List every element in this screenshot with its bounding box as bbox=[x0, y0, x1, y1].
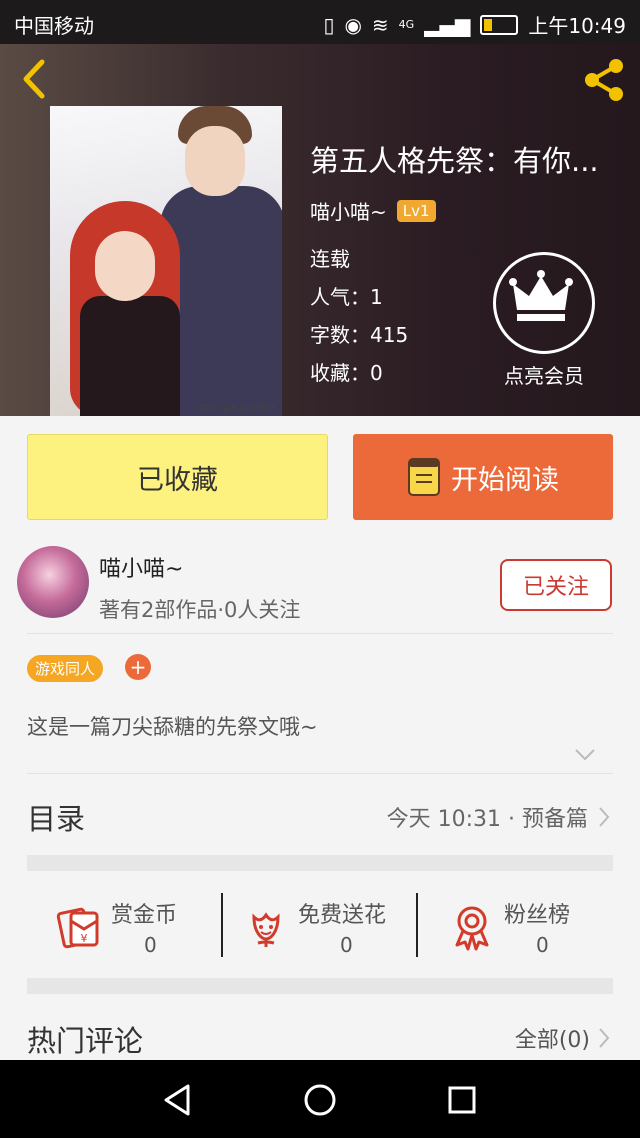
author-avatar[interactable] bbox=[17, 546, 89, 618]
system-nav-bar bbox=[0, 1060, 640, 1138]
crown-icon bbox=[493, 252, 595, 354]
send-flowers-label: 免费送花 bbox=[298, 903, 387, 928]
all-comments-link[interactable]: 全部(0) bbox=[515, 1022, 610, 1054]
author-name[interactable]: 喵小喵~ bbox=[310, 196, 387, 225]
add-tag-button[interactable]: + bbox=[125, 654, 151, 680]
level-badge: Lv1 bbox=[396, 199, 436, 222]
reward-coins-value: 0 bbox=[144, 933, 157, 957]
back-arrow-icon[interactable] bbox=[14, 54, 54, 104]
favorites-count: 收藏：0 bbox=[310, 361, 383, 385]
serial-status: 连载 bbox=[310, 247, 350, 271]
section-band bbox=[27, 855, 613, 871]
battery-icon bbox=[480, 14, 519, 35]
eye-icon: ◉ bbox=[344, 12, 362, 37]
toc-title[interactable]: 目录 bbox=[27, 796, 85, 838]
send-flowers-button[interactable]: 免费送花 0 bbox=[242, 895, 412, 965]
recent-apps-square-icon[interactable] bbox=[442, 1080, 482, 1120]
signal-icon: ▂▄▆ bbox=[424, 12, 471, 37]
fan-ranking-label: 粉丝榜 bbox=[504, 903, 571, 928]
chevron-right-icon bbox=[599, 1028, 610, 1048]
word-count: 字数：415 bbox=[310, 323, 409, 347]
vip-button[interactable]: 点亮会员 bbox=[492, 252, 596, 389]
vibrate-icon: ▯ bbox=[323, 12, 335, 37]
section-band bbox=[27, 978, 613, 994]
book-header: 知乎 @不见月照流的小朵秋 第五人格先祭：有你... 喵小喵~ Lv1 连载 人… bbox=[0, 44, 640, 416]
home-circle-icon[interactable] bbox=[300, 1080, 340, 1120]
stat-divider bbox=[221, 893, 223, 957]
red-envelope-icon: ¥ bbox=[56, 907, 99, 949]
reward-coins-label: 赏金币 bbox=[111, 903, 178, 928]
book-title: 第五人格先祭：有你... bbox=[310, 144, 599, 178]
book-icon bbox=[408, 458, 440, 496]
svg-text:¥: ¥ bbox=[81, 932, 88, 945]
divider bbox=[27, 773, 613, 774]
flower-icon bbox=[252, 912, 280, 947]
start-reading-label: 开始阅读 bbox=[451, 464, 559, 496]
cover-caption: 知乎 @不见月照流的小朵秋 bbox=[200, 405, 275, 415]
reward-coins-button[interactable]: ¥ 赏金币 0 bbox=[55, 895, 205, 965]
popularity-count: 人气：1 bbox=[310, 285, 383, 309]
chevron-right-icon bbox=[599, 807, 610, 827]
all-comments-label: 全部(0) bbox=[514, 1028, 590, 1053]
send-flowers-value: 0 bbox=[340, 933, 353, 957]
hot-comments-title: 热门评论 bbox=[27, 1024, 144, 1058]
author-card-name[interactable]: 喵小喵~ bbox=[99, 551, 183, 583]
carrier-name: 中国移动 bbox=[14, 14, 94, 38]
stat-divider bbox=[416, 893, 418, 957]
follow-button[interactable]: 已关注 bbox=[500, 559, 612, 611]
share-icon[interactable] bbox=[578, 54, 630, 106]
clock: 上午10:49 bbox=[528, 14, 626, 38]
tag-game-fanfic[interactable]: 游戏同人 bbox=[27, 655, 104, 682]
back-triangle-icon[interactable] bbox=[158, 1080, 198, 1120]
chevron-down-icon[interactable] bbox=[574, 748, 596, 762]
divider bbox=[27, 633, 613, 634]
start-reading-button[interactable]: 开始阅读 bbox=[353, 434, 613, 520]
latest-chapter-text: 今天 10:31 · 预备篇 bbox=[386, 807, 588, 832]
fan-ranking-value: 0 bbox=[536, 933, 549, 957]
toc-latest-chapter[interactable]: 今天 10:31 · 预备篇 bbox=[387, 801, 610, 833]
network-type: 4G bbox=[398, 18, 415, 31]
book-intro: 这是一篇刀尖舔糖的先祭文哦~ bbox=[27, 715, 318, 739]
medal-icon bbox=[455, 906, 489, 951]
favorited-button[interactable]: 已收藏 bbox=[27, 434, 328, 520]
status-bar: 中国移动 ▯ ◉ ≋ 4G ▂▄▆ 上午10:49 bbox=[0, 0, 640, 44]
book-cover-image[interactable]: 知乎 @不见月照流的小朵秋 bbox=[50, 106, 282, 416]
status-icons: ▯ ◉ ≋ 4G ▂▄▆ 上午10:49 bbox=[323, 10, 626, 39]
wifi-icon: ≋ bbox=[371, 12, 389, 37]
fan-ranking-button[interactable]: 粉丝榜 0 bbox=[448, 895, 598, 965]
author-line: 喵小喵~ Lv1 bbox=[310, 196, 436, 225]
vip-label: 点亮会员 bbox=[504, 364, 584, 388]
author-card-stats: 著有2部作品·0人关注 bbox=[99, 598, 301, 622]
